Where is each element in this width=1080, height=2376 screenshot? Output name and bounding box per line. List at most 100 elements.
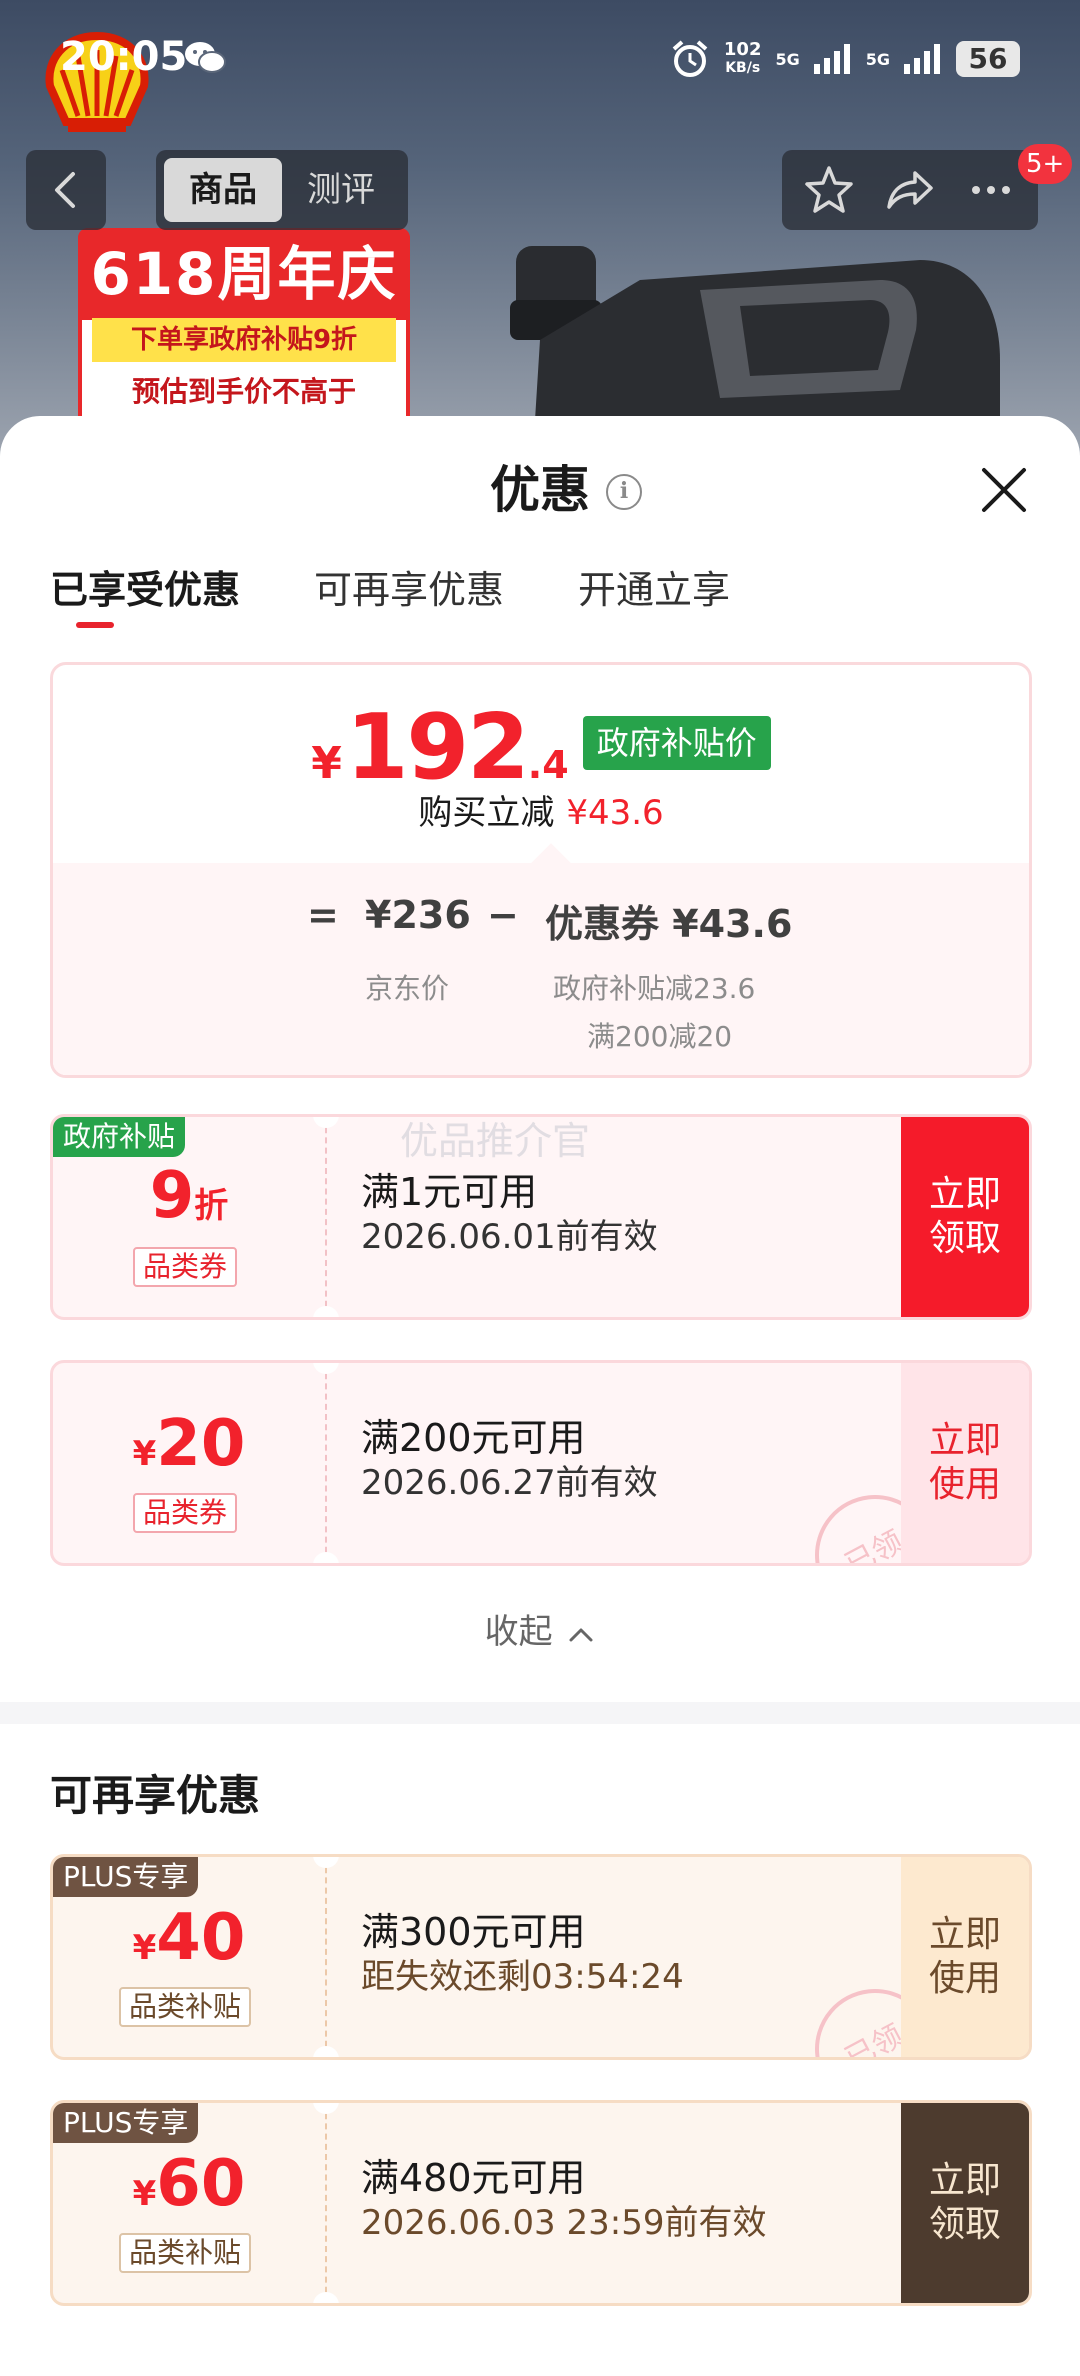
coupon-condition: 满480元可用	[361, 2156, 586, 2200]
watermark-text: 优品推介官	[400, 1119, 591, 1163]
coupon-notch-bottom	[313, 1552, 339, 1563]
status-bar: 20:05 102 KB/s 5G 5G 56	[0, 0, 1080, 120]
alarm-icon	[672, 40, 708, 77]
currency-symbol: ¥	[132, 1434, 157, 1474]
button-line-1: 立即	[928, 1420, 1001, 1461]
tab-review[interactable]: 测评	[282, 158, 400, 222]
jd-price-label: 京东价	[365, 972, 450, 1005]
chevron-up-icon	[569, 1628, 593, 1641]
close-icon[interactable]	[976, 462, 1032, 518]
coupon-total: 优惠券 ¥43.6	[545, 902, 793, 946]
promo-price-line: 预估到手价不高于	[131, 375, 356, 408]
coupon-condition: 满200元可用	[361, 1416, 586, 1460]
tab-product[interactable]: 商品	[164, 158, 282, 222]
coupon-expiry: 2026.06.01前有效	[361, 1217, 658, 1257]
more-discounts-title: 可再享优惠	[50, 1771, 261, 1820]
info-icon[interactable]: i	[606, 474, 642, 510]
coupon-20-off: ¥20 品类券 满200元可用 2026.06.27前有效 已领 立即 使用	[50, 1360, 1032, 1566]
coupon-expiry: 2026.06.27前有效	[361, 1463, 658, 1503]
network-speed-value: 102	[723, 39, 762, 60]
share-icon[interactable]	[883, 163, 937, 217]
reduction-amount: ¥43.6	[566, 793, 664, 833]
promo-subsidy-line: 下单享政府补贴9折	[92, 318, 396, 362]
button-line-2: 使用	[928, 1958, 1001, 1999]
coupon-notch-bottom	[313, 2046, 339, 2057]
plus-exclusive-tag: PLUS专享	[53, 1857, 199, 1897]
coupon-notch-top	[313, 2103, 339, 2114]
button-line-2: 使用	[928, 1464, 1001, 1505]
coupon-divider	[325, 1363, 327, 1563]
chevron-left-icon	[55, 172, 75, 208]
coupon-notch-bottom	[313, 1306, 339, 1317]
coupon-condition: 满1元可用	[361, 1170, 538, 1214]
tab-more-available[interactable]: 可再享优惠	[314, 560, 504, 630]
coupon-notch-top	[313, 1363, 339, 1374]
claim-now-button[interactable]: 立即 领取	[901, 1117, 1029, 1317]
back-button[interactable]	[26, 150, 106, 230]
use-now-button[interactable]: 立即 使用	[901, 1857, 1029, 2057]
sheet-title: 优惠	[490, 461, 590, 519]
coupon-details: 满300元可用 距失效还剩03:54:24	[361, 1909, 684, 1999]
tab-activate[interactable]: 开通立享	[578, 560, 730, 630]
price-decimal: .4	[527, 743, 569, 787]
battery-indicator: 56	[956, 41, 1020, 77]
jd-price: ¥236	[365, 893, 471, 937]
coupon-type-badge: 品类券	[133, 1247, 238, 1287]
use-now-button[interactable]: 立即 使用	[901, 1363, 1029, 1563]
status-icons: 102 KB/s 5G 5G 56	[670, 36, 1020, 82]
coupon-details: 满1元可用 2026.06.01前有效	[361, 1169, 658, 1259]
amount-value: 40	[156, 1901, 246, 1975]
signal-icon	[813, 44, 850, 74]
discount-unit: 折	[194, 1186, 229, 1226]
currency-symbol: ¥	[132, 2174, 157, 2214]
coupon-type-badge: 品类补贴	[119, 2233, 252, 2273]
coupon-amount: ¥60	[53, 2147, 325, 2221]
coupon-plus-60: PLUS专享 ¥60 品类补贴 满480元可用 2026.06.03 23:59…	[50, 2100, 1032, 2306]
currency-symbol: ¥	[132, 1928, 157, 1968]
gov-subsidy-corner-tag: 政府补贴	[53, 1117, 186, 1157]
coupon-amount: ¥40	[53, 1901, 325, 1975]
signal-icon-2	[904, 44, 940, 74]
price-currency: ¥	[311, 738, 342, 789]
more-icon[interactable]	[964, 163, 1018, 217]
sheet-tabs: 已享受优惠 可再享优惠 开通立享	[50, 560, 730, 630]
minus-sign: −	[487, 893, 519, 937]
tab-enjoyed[interactable]: 已享受优惠	[50, 560, 240, 630]
network-speed-unit: KB/s	[725, 60, 761, 76]
plus-exclusive-tag: PLUS专享	[53, 2103, 199, 2143]
coupon-discount: 9折	[53, 1159, 325, 1233]
price-summary-card: ¥ 192 .4 政府补贴价 购买立减 ¥43.6 = ¥236 − 优惠券 ¥4…	[50, 662, 1032, 1078]
price-calculation: = ¥236 − 优惠券 ¥43.6	[53, 893, 1029, 949]
instant-reduction: 购买立减 ¥43.6	[53, 785, 1029, 834]
section-divider	[0, 1702, 1080, 1724]
wechat-icon	[185, 42, 226, 73]
coupon-notch-bottom	[313, 2292, 339, 2303]
coupon-divider	[325, 1117, 327, 1317]
button-line-1: 立即	[928, 1174, 1001, 1215]
status-time: 20:05	[60, 34, 188, 80]
coupon-divider	[325, 1857, 327, 2057]
collapse-toggle[interactable]: 收起	[0, 1604, 1080, 1653]
signal-5g-label: 5G	[775, 49, 800, 69]
button-line-2: 领取	[928, 1218, 1001, 1259]
coupon-divider	[325, 2103, 327, 2303]
button-line-2: 领取	[928, 2204, 1001, 2245]
coupon-countdown: 距失效还剩03:54:24	[361, 1957, 684, 1997]
discount-value: 9	[149, 1159, 195, 1233]
coupon-notch-top	[313, 1117, 339, 1128]
coupon-expiry: 2026.06.03 23:59前有效	[361, 2203, 767, 2243]
reduction-label: 购买立减	[418, 793, 555, 833]
button-line-1: 立即	[928, 1914, 1001, 1955]
button-line-1: 立即	[928, 2160, 1001, 2201]
favorite-star-icon[interactable]	[802, 163, 856, 217]
signal-5g-label-2: 5G	[865, 49, 890, 69]
network-speed: 102 KB/s	[724, 41, 762, 77]
equals-sign: =	[307, 893, 339, 937]
coupon-type-badge: 品类补贴	[119, 1987, 252, 2027]
coupon-details: 满480元可用 2026.06.03 23:59前有效	[361, 2155, 766, 2245]
promo-headline: 618周年庆	[78, 228, 410, 320]
gov-subsidy-price-tag: 政府补贴价	[582, 715, 771, 770]
claim-now-button[interactable]: 立即 领取	[901, 2103, 1029, 2303]
coupon-detail-threshold: 满200减20	[587, 1020, 733, 1053]
active-tab-indicator	[76, 622, 114, 628]
